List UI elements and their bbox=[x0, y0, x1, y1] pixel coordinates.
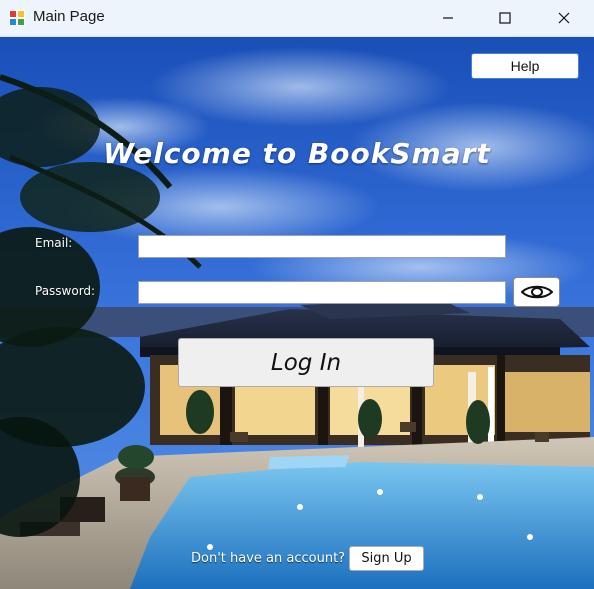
app-form-icon bbox=[9, 10, 25, 26]
title-bar[interactable]: Main Page bbox=[0, 0, 594, 37]
form-client-area: Help Welcome to BookSmart Email: Passwor… bbox=[0, 37, 594, 589]
maximize-icon bbox=[499, 12, 511, 24]
email-label: Email: bbox=[35, 236, 73, 250]
signup-button[interactable]: Sign Up bbox=[349, 546, 424, 571]
login-button[interactable]: Log In bbox=[178, 338, 434, 387]
background-image bbox=[0, 37, 594, 589]
password-field[interactable] bbox=[138, 281, 506, 304]
help-button[interactable]: Help bbox=[471, 53, 579, 79]
main-window: Main Page Help Welcome to BookSmart Emai… bbox=[0, 0, 594, 589]
no-account-text: Don't have an account? bbox=[191, 551, 346, 566]
password-label: Password: bbox=[35, 284, 96, 298]
show-password-button[interactable] bbox=[513, 277, 560, 307]
eye-icon bbox=[520, 285, 553, 299]
maximize-button[interactable] bbox=[477, 0, 533, 36]
minimize-icon bbox=[443, 17, 453, 19]
window-title: Main Page bbox=[33, 8, 105, 25]
welcome-heading: Welcome to BookSmart bbox=[103, 137, 491, 170]
minimize-button[interactable] bbox=[420, 0, 476, 36]
close-button[interactable] bbox=[536, 0, 592, 36]
email-field[interactable] bbox=[138, 235, 506, 258]
close-icon bbox=[558, 12, 570, 24]
